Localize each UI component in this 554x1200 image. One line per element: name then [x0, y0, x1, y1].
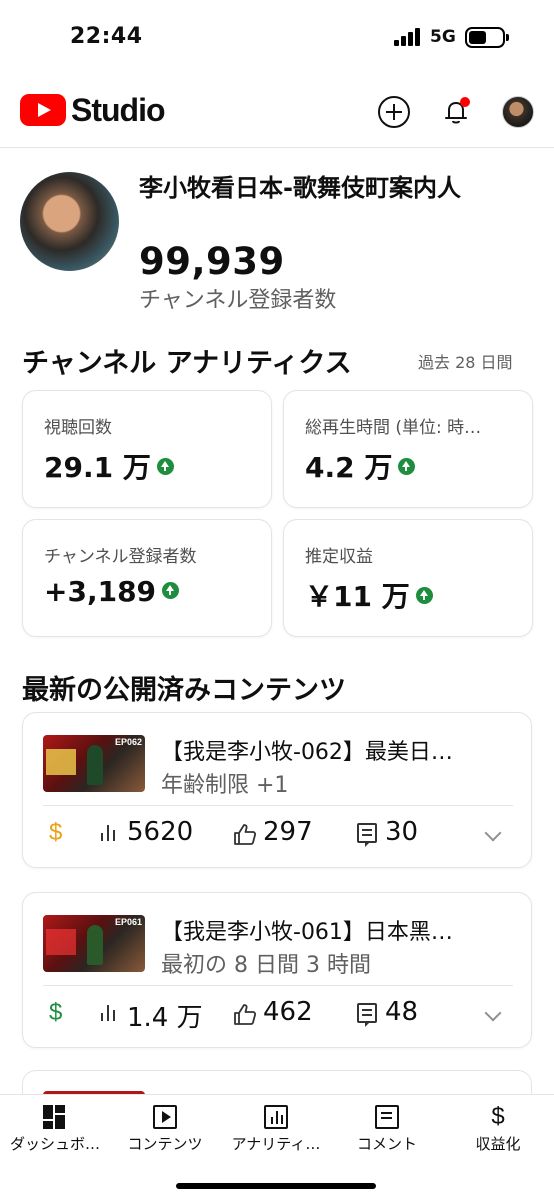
analytics-period: 過去 28 日間 — [418, 353, 513, 372]
subscriber-count: 99,939 — [139, 240, 285, 283]
video-stats: $ 1.4 万 462 48 — [23, 985, 533, 1049]
metric-card-revenue[interactable]: 推定収益 ￥11 万 — [283, 519, 533, 637]
status-time: 22:44 — [70, 24, 143, 49]
status-bar: 22:44 5G — [0, 0, 554, 76]
channel-name: 李小牧看日本-歌舞伎町案内人 — [139, 174, 461, 202]
video-thumbnail[interactable]: EP061 — [43, 915, 145, 972]
app-header: Studio — [0, 76, 554, 148]
content-icon — [153, 1105, 177, 1129]
video-subtitle: 最初の 8 日間 3 時間 — [161, 953, 371, 978]
comments-icon — [357, 1003, 377, 1027]
nav-label: 収益化 — [475, 1135, 521, 1153]
video-title: 【我是李小牧-062】最美日… — [161, 740, 453, 765]
notification-badge — [460, 97, 470, 107]
metric-value-row: 4.2 万 — [305, 446, 416, 486]
views-icon — [99, 1003, 119, 1023]
thumbnail-episode: EP062 — [114, 737, 142, 747]
comments-count: 30 — [385, 817, 419, 847]
channel-avatar[interactable] — [20, 172, 119, 271]
likes-count: 462 — [263, 997, 313, 1027]
subscriber-label: チャンネル登録者数 — [139, 288, 337, 313]
nav-label: コンテンツ — [127, 1135, 203, 1153]
video-stats: $ 5620 297 30 — [23, 805, 533, 869]
nav-content[interactable]: コンテンツ — [110, 1095, 220, 1165]
comments-icon — [357, 823, 377, 847]
views-icon — [99, 823, 119, 843]
video-thumbnail[interactable]: EP062 — [43, 735, 145, 792]
metric-label: 推定収益 — [305, 547, 373, 567]
nav-comments[interactable]: コメント — [332, 1095, 442, 1165]
metric-value-row: ￥11 万 — [305, 575, 433, 615]
metric-label: チャンネル登録者数 — [44, 547, 197, 567]
trend-up-icon — [156, 457, 174, 475]
thumbnail-episode: EP061 — [114, 917, 142, 927]
app-title: Studio — [71, 92, 166, 128]
battery-icon — [465, 27, 509, 48]
nav-earn[interactable]: $ 収益化 — [443, 1095, 553, 1165]
analytics-title: チャンネル アナリティクス — [22, 348, 352, 379]
nav-dashboard[interactable]: ダッシュボ… — [0, 1095, 110, 1165]
nav-label: コメント — [356, 1135, 417, 1153]
analytics-icon — [264, 1105, 288, 1129]
like-icon — [234, 824, 257, 845]
dollar-icon: $ — [49, 999, 63, 1026]
metric-value: 29.1 万 — [44, 451, 151, 484]
metric-value-row: +3,189 — [44, 575, 180, 608]
create-button[interactable] — [378, 96, 410, 128]
home-indicator[interactable] — [176, 1183, 376, 1189]
metric-label: 視聴回数 — [44, 418, 112, 438]
likes-count: 297 — [263, 817, 313, 847]
comment-icon — [375, 1105, 399, 1129]
video-subtitle: 年齢制限 +1 — [161, 773, 289, 798]
like-icon — [234, 1004, 257, 1025]
youtube-logo-icon — [20, 94, 66, 126]
metric-value: 4.2 万 — [305, 451, 393, 484]
metric-card-views[interactable]: 視聴回数 29.1 万 — [22, 390, 272, 508]
network-type: 5G — [430, 27, 456, 47]
metric-value-row: 29.1 万 — [44, 446, 174, 486]
nav-analytics[interactable]: アナリティ… — [221, 1095, 331, 1165]
video-card[interactable]: EP062 【我是李小牧-062】最美日… 年齢制限 +1 $ 5620 297… — [22, 712, 532, 868]
dashboard-icon — [43, 1105, 67, 1129]
views-count: 5620 — [127, 817, 194, 847]
video-card[interactable]: EP061 【我是李小牧-061】日本黑… 最初の 8 日間 3 時間 $ 1.… — [22, 892, 532, 1048]
metric-card-watch-time[interactable]: 総再生時間 (単位: 時… 4.2 万 — [283, 390, 533, 508]
trend-up-icon — [398, 457, 416, 475]
trend-up-icon — [162, 581, 180, 599]
metric-label: 総再生時間 (単位: 時… — [305, 418, 482, 438]
account-avatar[interactable] — [502, 96, 534, 128]
latest-content-title: 最新の公開済みコンテンツ — [22, 675, 346, 706]
metric-card-subscribers[interactable]: チャンネル登録者数 +3,189 — [22, 519, 272, 637]
dollar-icon: $ — [49, 819, 63, 846]
video-title: 【我是李小牧-061】日本黑… — [161, 920, 453, 945]
chevron-down-icon[interactable] — [484, 824, 502, 842]
earn-icon: $ — [491, 1103, 505, 1130]
views-count: 1.4 万 — [127, 1003, 203, 1033]
nav-label: ダッシュボ… — [9, 1135, 100, 1153]
metric-value: +3,189 — [44, 575, 157, 608]
signal-icon — [394, 28, 424, 46]
metric-value: ￥11 万 — [305, 580, 410, 613]
trend-up-icon — [415, 586, 433, 604]
nav-label: アナリティ… — [231, 1135, 321, 1153]
chevron-down-icon[interactable] — [484, 1004, 502, 1022]
comments-count: 48 — [385, 997, 419, 1027]
